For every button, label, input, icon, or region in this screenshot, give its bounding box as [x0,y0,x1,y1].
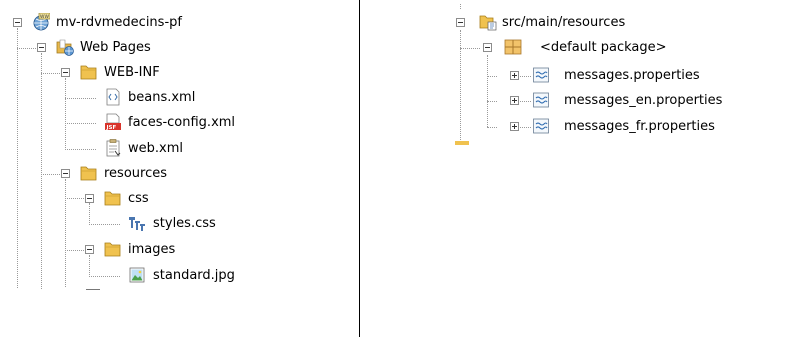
tree-node-images[interactable]: images [0,238,260,262]
tree-node-resources[interactable]: resources [0,162,260,186]
tree-node-label: css [128,191,149,206]
tree-node-label: faces-config.xml [128,115,236,130]
tree-node-css[interactable]: css [0,187,260,211]
expand-toggle[interactable] [510,96,519,105]
tree-node-messages-en-properties[interactable]: messages_en.properties [450,89,770,113]
tree-node-label: styles.css [153,216,216,231]
tree-node-web-pages[interactable]: Web Pages [0,36,260,60]
web-pages-folder-icon [56,39,74,56]
image-file-icon [129,267,145,283]
folder-icon [80,166,97,181]
source-folder-icon [479,15,497,31]
collapse-toggle[interactable] [456,18,465,27]
collapse-toggle[interactable] [85,194,94,203]
tree-node-label: images [128,242,176,257]
expand-toggle[interactable] [510,122,519,131]
tree-node-label: messages.properties [564,68,700,83]
tree-node-faces-config-xml[interactable]: JSF faces-config.xml [0,111,260,135]
tree-node-label: web.xml [128,141,183,156]
tree-node-label: Web Pages [80,40,151,55]
tree-node-default-package[interactable]: <default package> [450,36,730,60]
xml-file-icon [106,88,120,106]
tree-node-label: <default package> [540,40,667,55]
css-file-icon [129,217,145,231]
properties-file-icon [533,67,549,83]
tree-node-label: messages_en.properties [564,93,723,108]
tree-node-label: standard.jpg [153,268,235,283]
expand-toggle[interactable] [510,71,519,80]
collapse-toggle[interactable] [37,43,46,52]
tree-node-project[interactable]: WW mv-rdvmedecins-pf [0,11,260,35]
properties-file-icon [533,118,549,134]
tree-node-standard-jpg[interactable]: standard.jpg [0,264,290,288]
collapse-toggle[interactable] [13,18,22,27]
svg-text:JSF: JSF [106,125,117,131]
tree-node-web-inf[interactable]: WEB-INF [0,61,260,85]
tree-node-label: messages_fr.properties [564,119,715,134]
panel-divider [359,0,360,337]
tree-node-label: src/main/resources [502,15,626,30]
tree-node-label: beans.xml [128,90,196,105]
web-xml-icon [106,139,121,157]
package-icon [504,39,522,55]
tree-node-messages-fr-properties[interactable]: messages_fr.properties [450,115,770,139]
collapse-toggle[interactable] [61,68,70,77]
tree-node-messages-properties[interactable]: messages.properties [450,64,750,88]
collapse-toggle[interactable] [61,169,70,178]
svg-text:WW: WW [40,14,49,20]
tree-node-label: WEB-INF [104,65,160,80]
tree-node-beans-xml[interactable]: beans.xml [0,86,260,110]
folder-icon [80,65,97,80]
properties-file-icon [533,92,549,108]
tree-node-src-main-resources[interactable]: src/main/resources [450,11,730,35]
clipped-folder-icon [455,141,469,145]
tree-node-label: mv-rdvmedecins-pf [56,15,182,30]
web-project-icon: WW [33,13,50,31]
collapse-toggle[interactable] [483,43,492,52]
collapse-toggle[interactable] [85,245,94,254]
tree-node-label: resources [104,166,168,181]
tree-node-styles-css[interactable]: styles.css [0,212,280,236]
tree-node-web-xml[interactable]: web.xml [0,137,260,161]
folder-icon [104,242,121,257]
folder-icon [104,191,121,206]
jsf-config-icon: JSF [105,113,121,131]
